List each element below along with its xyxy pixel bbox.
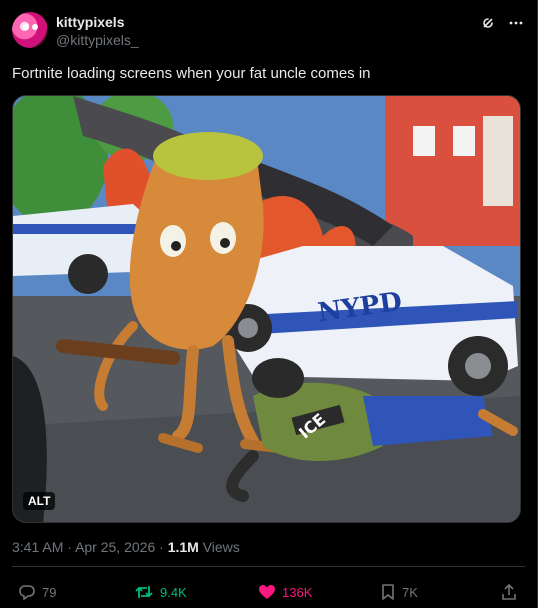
share-button[interactable] bbox=[500, 583, 518, 601]
avatar[interactable] bbox=[12, 12, 48, 48]
reply-icon bbox=[19, 585, 35, 600]
repost-button[interactable]: 9.4K bbox=[134, 583, 187, 601]
like-button[interactable]: 136K bbox=[258, 583, 312, 601]
bookmark-icon bbox=[382, 584, 394, 600]
like-count: 136K bbox=[282, 584, 313, 600]
reply-button[interactable]: 79 bbox=[18, 583, 56, 601]
like-icon bbox=[259, 585, 275, 599]
share-icon bbox=[502, 583, 516, 600]
post-meta: 3:41 AM · Apr 25, 2026 · 1.1M Views bbox=[12, 538, 240, 556]
divider bbox=[12, 566, 525, 567]
display-name[interactable]: kittypixels bbox=[56, 14, 139, 31]
author-names: kittypixels @kittypixels_ bbox=[56, 14, 139, 49]
bookmark-button[interactable]: 7K bbox=[380, 583, 418, 601]
avatar-eye bbox=[23, 24, 29, 30]
painting-illustration: NYPD ICE bbox=[13, 96, 520, 522]
bookmark-count: 7K bbox=[402, 584, 418, 600]
post-text: Fortnite loading screens when your fat u… bbox=[12, 65, 371, 82]
header-actions bbox=[479, 14, 525, 32]
action-bar: 79 9.4K 136K 7K bbox=[12, 580, 525, 604]
post: kittypixels @kittypixels_ Fortnite loadi… bbox=[0, 0, 538, 608]
post-image[interactable]: NYPD ICE ALT bbox=[12, 95, 521, 523]
post-header: kittypixels @kittypixels_ bbox=[12, 12, 525, 52]
repost-count: 9.4K bbox=[160, 584, 187, 600]
handle[interactable]: @kittypixels_ bbox=[56, 31, 139, 49]
post-time[interactable]: 3:41 AM bbox=[12, 539, 63, 555]
repost-icon bbox=[135, 586, 153, 598]
reply-count: 79 bbox=[42, 584, 57, 600]
post-date[interactable]: Apr 25, 2026 bbox=[75, 539, 155, 555]
meta-separator: · bbox=[67, 539, 72, 555]
views-label: Views bbox=[202, 539, 240, 555]
grok-icon[interactable] bbox=[479, 14, 497, 32]
views-count: 1.1M bbox=[167, 539, 199, 555]
alt-text-badge[interactable]: ALT bbox=[23, 492, 56, 510]
meta-separator: · bbox=[159, 539, 164, 555]
avatar-eye bbox=[32, 24, 38, 30]
more-icon[interactable] bbox=[507, 14, 525, 32]
